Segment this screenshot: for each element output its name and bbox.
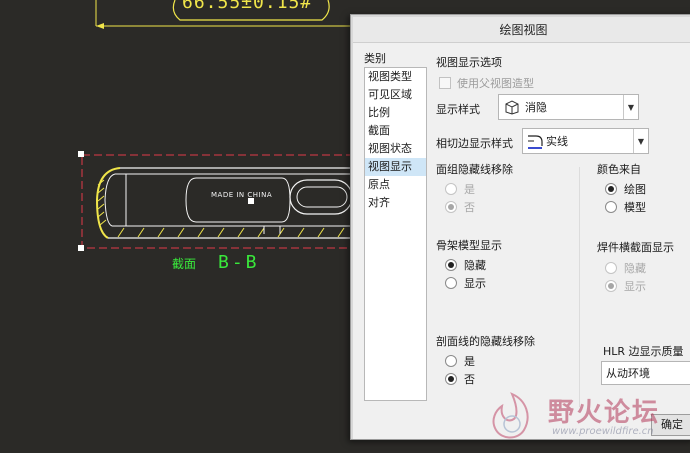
hlr-quality-select[interactable]: 从动环境: [601, 361, 690, 385]
dialog-title[interactable]: 绘图视图: [353, 17, 690, 43]
tangent-edge-value: 实线: [546, 135, 568, 148]
weld-show-radio[interactable]: 显示: [605, 278, 646, 294]
radio-dot[interactable]: [445, 183, 457, 195]
checkbox-box[interactable]: [439, 77, 451, 89]
category-alignment[interactable]: 对齐: [365, 194, 426, 212]
section-label[interactable]: 截面: [172, 255, 196, 272]
weld-show-label: 显示: [624, 280, 646, 293]
color-model-label: 模型: [624, 201, 646, 214]
section-hidden-no-radio[interactable]: 否: [445, 371, 475, 387]
skeleton-show-label: 显示: [464, 277, 486, 290]
section-hidden-yes-label: 是: [464, 355, 475, 368]
skeleton-show-radio[interactable]: 显示: [445, 275, 486, 291]
section-hidden-yes-radio[interactable]: 是: [445, 353, 475, 369]
face-hidden-yes-radio[interactable]: 是: [445, 181, 475, 197]
category-origin[interactable]: 原点: [365, 176, 426, 194]
weld-title: 焊件横截面显示: [597, 241, 674, 254]
use-parent-checkbox[interactable]: 使用父视图造型: [439, 75, 534, 91]
face-hidden-title: 面组隐藏线移除: [436, 163, 513, 176]
use-parent-label: 使用父视图造型: [457, 77, 534, 90]
category-sections[interactable]: 截面: [365, 122, 426, 140]
color-drawing-label: 绘图: [624, 183, 646, 196]
radio-dot[interactable]: [445, 373, 457, 385]
color-model-radio[interactable]: 模型: [605, 199, 646, 215]
hlr-quality-value: 从动环境: [606, 367, 650, 380]
color-drawing-radio[interactable]: 绘图: [605, 181, 646, 197]
tangent-edge-select[interactable]: 实线 ▼: [522, 128, 649, 154]
tangent-edge-label: 相切边显示样式: [436, 137, 513, 150]
radio-dot[interactable]: [445, 201, 457, 213]
category-view-type[interactable]: 视图类型: [365, 68, 426, 86]
watermark-text: 野火论坛: [548, 398, 661, 428]
categories-title: 类别: [364, 52, 386, 65]
fire-logo-icon: [492, 392, 529, 439]
radio-dot[interactable]: [605, 262, 617, 274]
category-view-display[interactable]: 视图显示: [365, 158, 426, 176]
weld-hide-radio[interactable]: 隐藏: [605, 260, 646, 276]
hidden-line-icon: [505, 100, 519, 115]
handle-bottom-left[interactable]: [78, 245, 84, 251]
display-style-value: 消隐: [525, 101, 547, 114]
solid-tangent-icon: [528, 135, 543, 149]
drawing-view-dialog: 绘图视图 类别 视图类型 可见区域 比例 截面 视图状态 视图显示 原点 对齐 …: [350, 14, 690, 440]
skeleton-hide-label: 隐藏: [464, 259, 486, 272]
category-scale[interactable]: 比例: [365, 104, 426, 122]
radio-dot[interactable]: [445, 259, 457, 271]
face-hidden-yes-label: 是: [464, 183, 475, 196]
options-title: 视图显示选项: [436, 56, 502, 69]
chevron-down-icon[interactable]: ▼: [633, 129, 648, 153]
weld-hide-label: 隐藏: [624, 262, 646, 275]
display-style-select[interactable]: 消隐 ▼: [498, 94, 639, 120]
chevron-down-icon[interactable]: ▼: [623, 95, 638, 119]
section-hidden-title: 剖面线的隐藏线移除: [436, 335, 535, 348]
face-hidden-no-label: 否: [464, 201, 475, 214]
skeleton-title: 骨架模型显示: [436, 239, 502, 252]
section-hidden-no-label: 否: [464, 373, 475, 386]
forum-watermark: 野火论坛 www.proewildfire.cn: [480, 386, 690, 446]
radio-dot[interactable]: [445, 277, 457, 289]
face-hidden-no-radio[interactable]: 否: [445, 199, 475, 215]
display-style-label: 显示样式: [436, 103, 480, 116]
skeleton-hide-radio[interactable]: 隐藏: [445, 257, 486, 273]
category-list: 视图类型 可见区域 比例 截面 视图状态 视图显示 原点 对齐: [364, 67, 427, 401]
dimension-text[interactable]: 66.55±0.15#: [182, 0, 312, 13]
radio-dot[interactable]: [445, 355, 457, 367]
part-engraving-text: MADE IN CHINA: [211, 191, 273, 199]
radio-dot[interactable]: [605, 201, 617, 213]
category-visible-area[interactable]: 可见区域: [365, 86, 426, 104]
watermark-url: www.proewildfire.cn: [552, 426, 654, 437]
category-view-states[interactable]: 视图状态: [365, 140, 426, 158]
hlr-title: HLR 边显示质量: [603, 345, 684, 358]
section-name[interactable]: B-B: [218, 252, 260, 273]
radio-dot[interactable]: [605, 183, 617, 195]
column-divider: [579, 167, 580, 407]
handle-top-left[interactable]: [78, 151, 84, 157]
color-source-title: 颜色来自: [597, 163, 641, 176]
radio-dot[interactable]: [605, 280, 617, 292]
